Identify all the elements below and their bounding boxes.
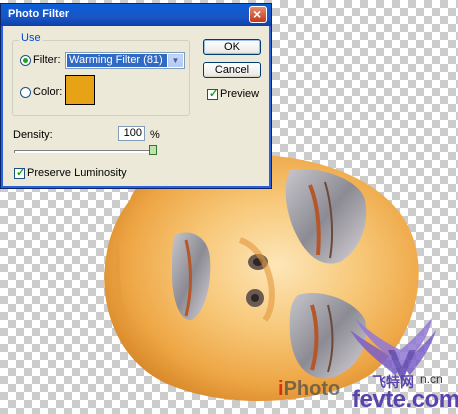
watermark-site-suffix: n.cn: [420, 372, 443, 386]
filter-radio[interactable]: [20, 55, 31, 66]
density-slider-track[interactable]: [14, 150, 157, 153]
color-radio-label[interactable]: Color:: [33, 86, 62, 98]
filter-select-value: Warming Filter (81): [67, 54, 167, 67]
dialog-titlebar[interactable]: Photo Filter ×: [1, 4, 271, 26]
preserve-luminosity-checkbox[interactable]: ✓: [14, 167, 26, 179]
filter-select[interactable]: Warming Filter (81) ▼: [65, 52, 185, 69]
use-group-label: Use: [19, 32, 43, 44]
cancel-button[interactable]: Cancel: [203, 62, 261, 78]
density-input[interactable]: 100: [118, 126, 145, 141]
density-label: Density:: [13, 129, 53, 141]
watermark-site-photo: Photo: [283, 378, 341, 400]
preserve-luminosity-label[interactable]: Preserve Luminosity: [27, 167, 127, 179]
density-unit: %: [150, 129, 160, 141]
density-slider-thumb[interactable]: [149, 145, 157, 155]
preview-checkbox[interactable]: ✓: [207, 88, 219, 100]
chevron-down-icon[interactable]: ▼: [168, 54, 183, 67]
dialog-title: Photo Filter: [8, 8, 70, 20]
watermark-site-partial: iiPhotoPhoto: [278, 378, 340, 401]
close-button[interactable]: ×: [249, 6, 267, 23]
color-radio[interactable]: [20, 87, 31, 98]
watermark-domain: fevte.com: [352, 386, 458, 413]
nostril-lower-inner: [251, 294, 259, 302]
color-swatch[interactable]: [65, 75, 95, 105]
ok-button[interactable]: OK: [203, 39, 261, 55]
preview-label[interactable]: Preview: [220, 88, 259, 100]
photo-filter-dialog: Photo Filter × Use Filter: Warming Filte…: [0, 3, 272, 189]
filter-radio-label[interactable]: Filter:: [33, 54, 61, 66]
checkmark-icon: ✓: [16, 167, 26, 179]
close-icon: ×: [253, 6, 262, 22]
face-shape: [104, 154, 419, 402]
checkmark-icon: ✓: [209, 88, 219, 100]
